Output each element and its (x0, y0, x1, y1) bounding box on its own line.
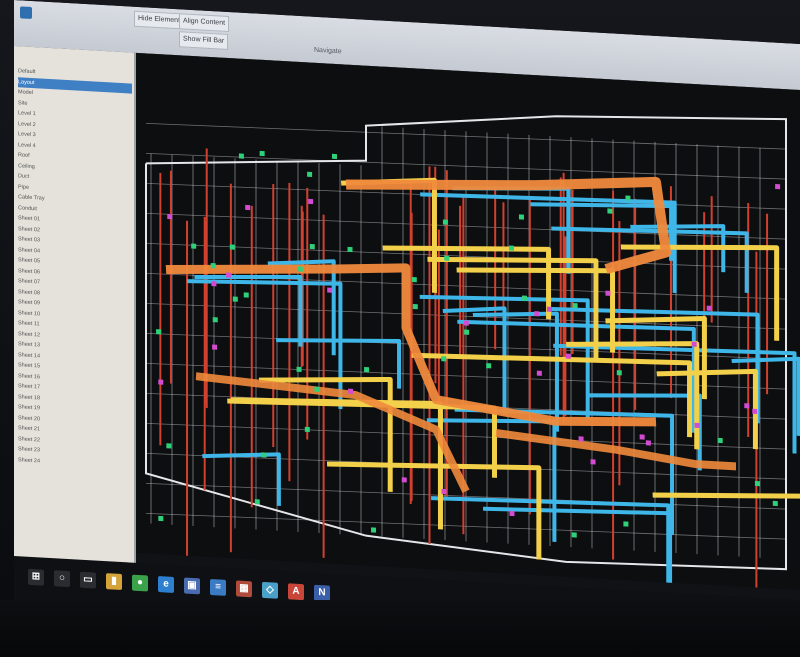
fitting-marker (210, 262, 216, 269)
fitting-marker (348, 388, 354, 394)
fitting-marker (509, 245, 515, 251)
fitting-marker (441, 356, 447, 362)
fitting-marker (259, 150, 265, 157)
fitting-marker (571, 532, 577, 538)
fitting-marker (347, 246, 353, 253)
fitting-marker (211, 281, 217, 287)
fitting-marker (509, 510, 515, 517)
fitting-marker (229, 244, 235, 250)
fitting-marker (166, 443, 172, 449)
application-icon[interactable] (20, 6, 32, 20)
monitor-bezel (0, 600, 800, 657)
fitting-marker (167, 213, 173, 220)
app-icon-3[interactable]: ◇ (262, 581, 278, 599)
fitting-marker (607, 208, 613, 214)
fitting-marker (444, 255, 450, 261)
fitting-marker (572, 303, 578, 309)
monitor: Hide Elements Align Content Show Fill Ba… (0, 0, 800, 657)
fitting-marker (238, 153, 244, 159)
fitting-marker (412, 304, 418, 310)
drawing-viewport[interactable] (136, 52, 800, 590)
fitting-marker (518, 214, 524, 220)
fitting-marker (307, 171, 313, 178)
orange-duct (195, 372, 470, 493)
folder-icon[interactable]: ▮ (106, 573, 122, 591)
yellow-duct (230, 397, 443, 530)
fitting-marker (331, 153, 337, 160)
fitting-marker (616, 370, 622, 376)
fitting-marker (521, 295, 527, 301)
fitting-marker (308, 198, 314, 205)
fitting-marker (623, 521, 629, 527)
fitting-marker (225, 272, 231, 278)
fitting-marker (441, 488, 447, 495)
edge-icon[interactable]: e (158, 576, 174, 593)
fitting-marker (243, 292, 249, 298)
autocad-icon[interactable]: A (288, 583, 304, 601)
fitting-marker (754, 480, 760, 487)
fitting-marker (486, 363, 492, 369)
fitting-marker (645, 440, 651, 446)
fitting-marker (191, 243, 197, 249)
fitting-marker (158, 515, 164, 522)
task-view-icon[interactable]: ▭ (80, 571, 96, 589)
fitting-marker (706, 305, 712, 311)
fitting-marker (156, 329, 162, 335)
fitting-marker (304, 426, 310, 433)
fitting-marker (411, 276, 417, 283)
fitting-marker (691, 341, 697, 347)
orange-duct (345, 176, 671, 274)
fitting-marker (578, 436, 584, 442)
screen: Hide Elements Align Content Show Fill Ba… (14, 0, 800, 644)
fitting-marker (546, 306, 552, 312)
fitting-marker (212, 317, 218, 323)
mep-floor-plan-drawing[interactable] (136, 53, 800, 590)
search-icon[interactable]: ○ (54, 570, 70, 588)
fitting-marker (261, 452, 267, 458)
fitting-marker (639, 434, 645, 440)
blue-pipe (731, 356, 800, 437)
selection-tree: Default Layout Model Site Level 1 Level 2 Leve… (18, 66, 132, 471)
fitting-marker (717, 437, 723, 444)
fitting-marker (464, 329, 470, 335)
fitting-marker (245, 204, 251, 211)
fitting-marker (232, 296, 238, 302)
fitting-marker (309, 243, 315, 250)
fitting-marker (694, 422, 700, 429)
fitting-marker (314, 386, 320, 392)
selection-tree-panel: Default Layout Model Site Level 1 Level 2 Leve… (14, 46, 136, 573)
ribbon-button-align[interactable]: Align Content (179, 13, 230, 33)
ribbon-group-navigate: Navigate (314, 46, 342, 56)
fitting-marker (364, 367, 370, 373)
ribbon-button-fill[interactable]: Show Fill Bar (179, 31, 229, 50)
fitting-marker (158, 379, 164, 385)
fitting-marker (442, 219, 448, 225)
fitting-marker (775, 183, 781, 190)
fitting-marker (327, 287, 333, 293)
fitting-marker (254, 499, 260, 505)
app-icon-1[interactable]: ≡ (210, 578, 226, 596)
fitting-marker (565, 353, 571, 359)
fitting-marker (401, 477, 407, 483)
app-icon-2[interactable]: ▦ (236, 580, 252, 598)
fitting-marker (772, 500, 778, 507)
fitting-marker (534, 311, 540, 317)
fitting-marker (296, 366, 302, 372)
fitting-marker (744, 403, 750, 409)
fitting-marker (297, 266, 303, 272)
fitting-marker (590, 459, 596, 465)
fitting-marker (463, 320, 469, 326)
chrome-icon[interactable]: ● (132, 574, 148, 592)
fitting-marker (752, 408, 758, 415)
fitting-marker (605, 290, 611, 296)
fitting-marker (536, 370, 542, 376)
fitting-marker (625, 195, 631, 201)
fitting-marker (212, 344, 218, 350)
fitting-marker (371, 527, 377, 533)
store-icon[interactable]: ▣ (184, 577, 200, 595)
start-icon[interactable]: ⊞ (28, 568, 44, 586)
